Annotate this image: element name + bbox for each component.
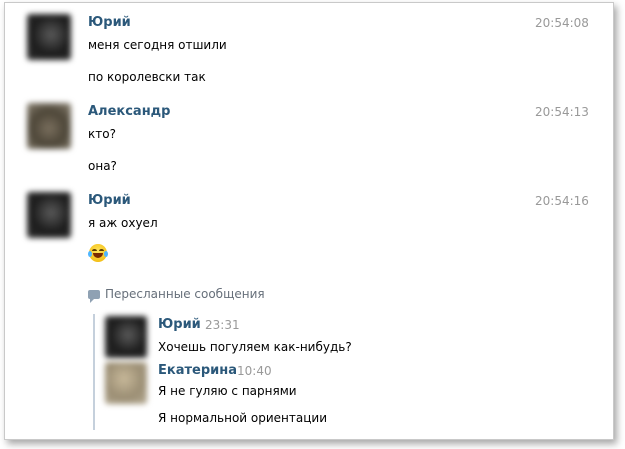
forwarded-text: Я не гуляю с парнями: [158, 384, 297, 398]
message-text: я аж охуел: [88, 216, 158, 230]
forwarded-text: Я нормальной ориентации: [158, 411, 328, 425]
author-name[interactable]: Юрий: [88, 15, 131, 30]
forwarded-quote-bar: [93, 314, 95, 430]
face-with-tears-of-joy-icon: [88, 244, 108, 262]
chat-frame: Юрий 20:54:08 меня сегодня отшили по кор…: [4, 2, 614, 440]
message-time[interactable]: 20:54:13: [535, 105, 589, 119]
message-text: кто?: [88, 127, 116, 141]
forwarded-header-label: Пересланные сообщения: [105, 287, 265, 301]
forwarded-time[interactable]: 23:31: [205, 318, 240, 332]
message-time[interactable]: 20:54:16: [535, 194, 589, 208]
avatar[interactable]: [27, 103, 71, 149]
avatar[interactable]: [105, 362, 147, 404]
forwarded-author[interactable]: Юрий: [158, 317, 201, 332]
message-time[interactable]: 20:54:08: [535, 16, 589, 30]
author-name[interactable]: Александр: [88, 104, 171, 119]
forward-comment-icon: [88, 290, 100, 303]
message-text: меня сегодня отшили: [88, 38, 227, 52]
forwarded-author[interactable]: Екатерина: [158, 363, 237, 378]
forwarded-messages-header[interactable]: Пересланные сообщения: [88, 287, 265, 303]
forwarded-text: Хочешь погуляем как-нибудь?: [158, 340, 352, 354]
forwarded-time[interactable]: 10:40: [237, 364, 272, 378]
avatar[interactable]: [105, 316, 147, 358]
author-name[interactable]: Юрий: [88, 193, 131, 208]
message-text: по королевски так: [88, 70, 206, 84]
message-text: она?: [88, 159, 117, 173]
avatar[interactable]: [27, 14, 71, 60]
avatar[interactable]: [27, 192, 71, 238]
